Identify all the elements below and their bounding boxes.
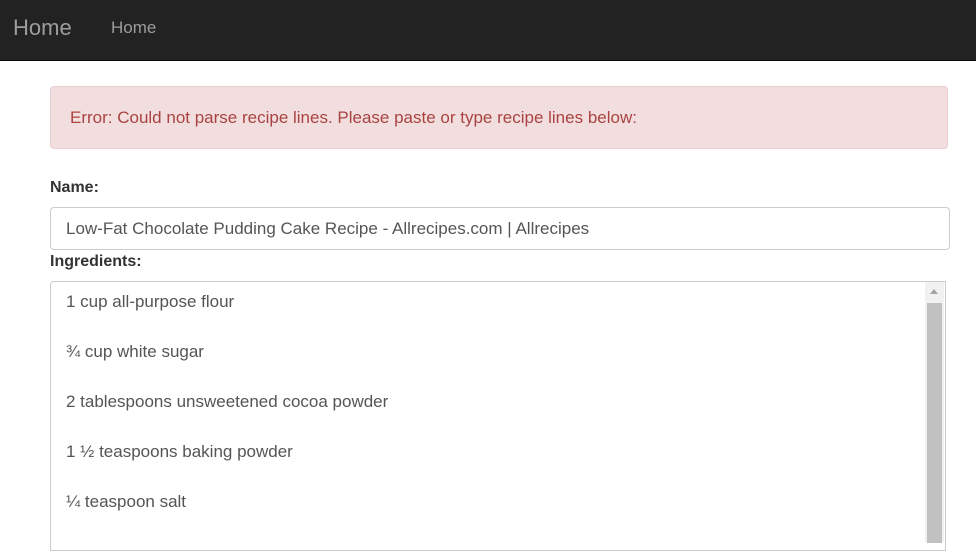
top-navbar: Home Home (0, 0, 976, 61)
scroll-up-arrow-icon[interactable] (925, 282, 944, 302)
error-alert: Error: Could not parse recipe lines. Ple… (50, 86, 948, 149)
ingredients-label: Ingredients: (50, 253, 142, 270)
ingredients-textarea[interactable]: 1 cup all-purpose flour ¾ cup white suga… (50, 281, 946, 551)
ingredient-line: 2 tablespoons unsweetened cocoa powder (66, 392, 389, 411)
recipe-name-input[interactable] (50, 207, 950, 250)
ingredient-line: 1 cup all-purpose flour (66, 292, 235, 311)
brand-home-link[interactable]: Home (13, 14, 72, 42)
ingredient-line: ¾ cup white sugar (66, 342, 204, 361)
ingredient-line: ¼ teaspoon salt (66, 492, 187, 511)
name-label: Name: (50, 179, 99, 196)
ingredient-line: 1 ½ teaspoons baking powder (66, 442, 293, 461)
ingredients-scrollbar[interactable] (925, 282, 944, 543)
nav-link-home[interactable]: Home (111, 17, 156, 39)
scrollbar-thumb[interactable] (927, 303, 942, 543)
